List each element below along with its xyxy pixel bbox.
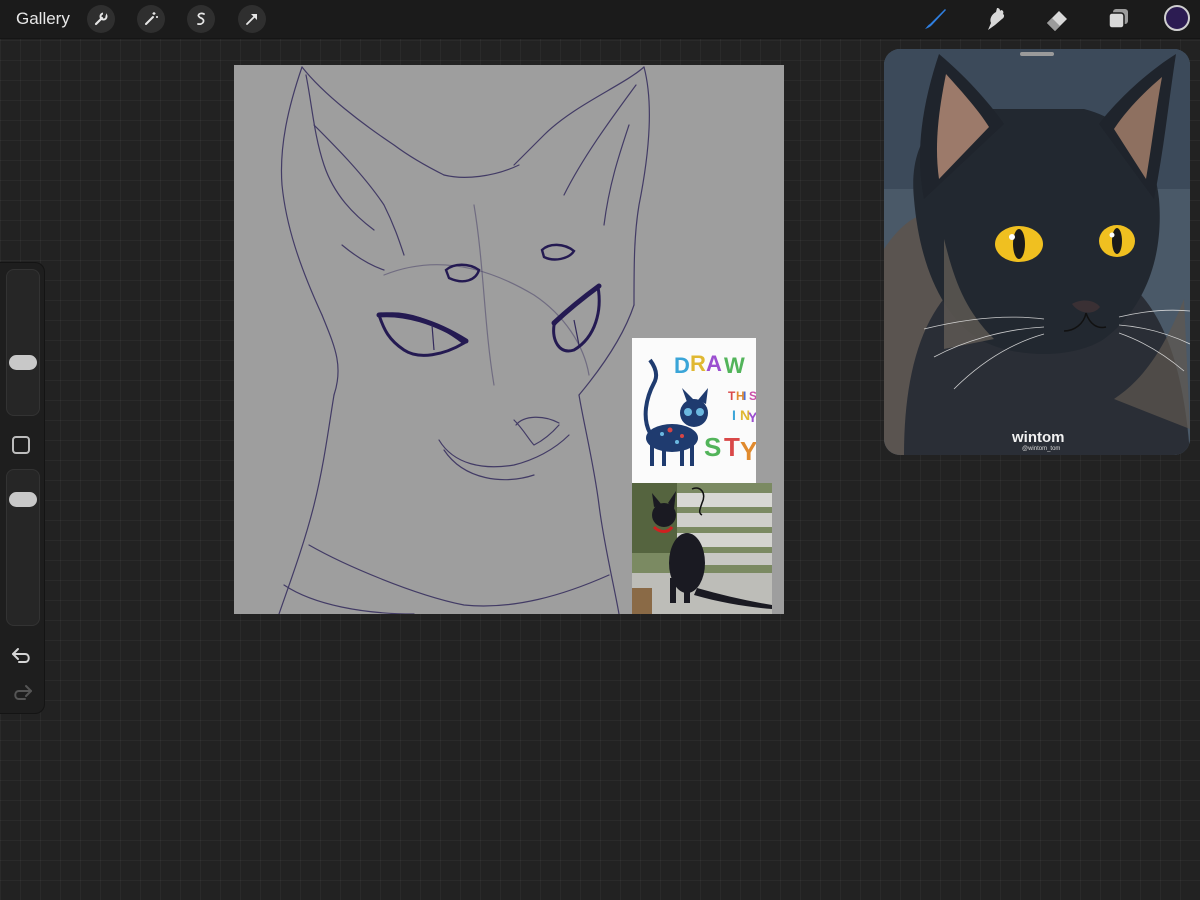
- eraser-button[interactable]: [1042, 4, 1072, 34]
- eraser-icon: [1047, 11, 1067, 31]
- dtiys-letter: S: [749, 389, 756, 403]
- reference-signature: wintom: [1011, 429, 1065, 446]
- dtiys-letter: T: [728, 389, 736, 403]
- redo-icon: [14, 685, 32, 700]
- cat-photo-image: [632, 483, 772, 614]
- opacity-slider[interactable]: [6, 469, 40, 626]
- dtiys-letter: W: [724, 353, 745, 378]
- redo-button[interactable]: [10, 681, 34, 703]
- top-toolbar: Gallery: [0, 0, 1200, 39]
- undo-icon: [12, 648, 30, 663]
- layers-button[interactable]: [1103, 4, 1133, 34]
- dtiys-letter: Y: [748, 409, 756, 425]
- dtiys-illustration: D R A WT HI SI NYS T Y: [643, 351, 756, 466]
- magic-wand-icon: [145, 12, 158, 25]
- brush-size-thumb[interactable]: [9, 355, 37, 370]
- smudge-icon: [988, 8, 1005, 30]
- dtiys-letter: I: [732, 407, 736, 423]
- undo-button[interactable]: [10, 644, 34, 666]
- transform-button[interactable]: [238, 5, 266, 33]
- selection-button[interactable]: [187, 5, 215, 33]
- brush-size-slider[interactable]: [6, 269, 40, 416]
- dtiys-letter: R: [690, 351, 706, 376]
- adjustments-button[interactable]: [137, 5, 165, 33]
- dtiys-letter: I: [743, 389, 746, 403]
- black-cat-photo: [632, 483, 772, 614]
- dtiys-letter: Y: [740, 436, 756, 466]
- reference-drag-handle[interactable]: [1020, 52, 1054, 56]
- dtiys-letter: D: [674, 353, 690, 378]
- dtiys-letter: A: [706, 351, 722, 376]
- gallery-button[interactable]: Gallery: [16, 9, 70, 29]
- selection-icon: [197, 12, 205, 26]
- modify-button[interactable]: [12, 436, 30, 454]
- opacity-thumb[interactable]: [9, 492, 37, 507]
- wrench-icon: [94, 12, 108, 26]
- brush-button[interactable]: [920, 4, 950, 34]
- dtiys-letter: S: [704, 432, 721, 462]
- drawing-canvas[interactable]: DRAWTHISINYSTY: [234, 65, 784, 615]
- smudge-button[interactable]: [981, 4, 1011, 34]
- brush-icon: [925, 9, 946, 29]
- black-cat-painting: wintom @wintom_tom: [884, 49, 1190, 455]
- reference-window[interactable]: wintom @wintom_tom: [884, 49, 1190, 455]
- color-picker-button[interactable]: [1164, 5, 1190, 31]
- left-sidebar: [0, 262, 45, 714]
- actions-button[interactable]: [87, 5, 115, 33]
- transform-arrow-icon: [246, 14, 257, 25]
- dtiys-letter: T: [724, 432, 740, 462]
- layers-icon: [1108, 9, 1128, 29]
- reference-signature-handle: @wintom_tom: [1022, 446, 1060, 452]
- draw-this-in-your-style-image: DRAWTHISINYSTY: [632, 338, 756, 483]
